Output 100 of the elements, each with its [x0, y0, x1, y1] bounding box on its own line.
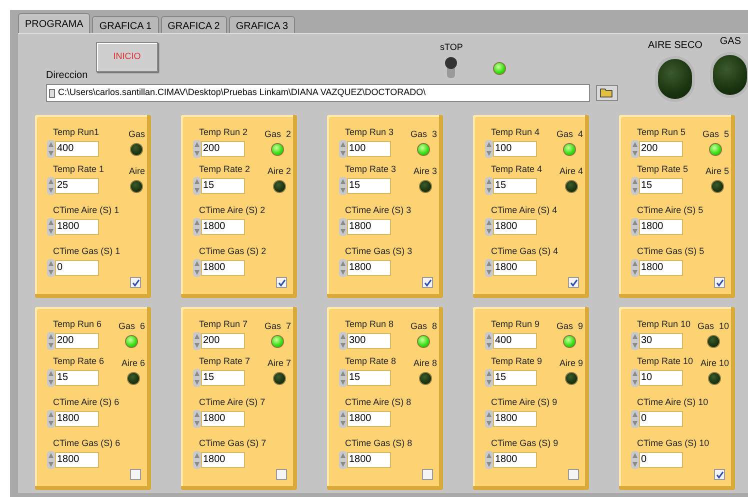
field-label: Temp Rate 10	[637, 356, 694, 367]
checkbox[interactable]	[276, 277, 287, 288]
number-field[interactable]: 1800	[201, 219, 245, 235]
number-field[interactable]: 1800	[201, 411, 245, 427]
spinner-arrows-icon[interactable]	[339, 259, 347, 277]
spinner-arrows-icon[interactable]	[485, 177, 493, 195]
spinner-arrows-icon[interactable]	[339, 218, 347, 236]
number-field[interactable]: 200	[201, 333, 245, 349]
number-field[interactable]: 1800	[493, 452, 537, 468]
spinner-arrows-icon[interactable]	[47, 140, 55, 158]
spinner-arrows-icon[interactable]	[339, 140, 347, 158]
checkbox[interactable]	[714, 277, 725, 288]
spinner-arrows-icon[interactable]	[485, 451, 493, 469]
spinner-arrows-icon[interactable]	[485, 218, 493, 236]
checkbox[interactable]	[568, 277, 579, 288]
number-field[interactable]: 15	[639, 178, 683, 194]
spinner-arrows-icon[interactable]	[47, 177, 55, 195]
number-field[interactable]: 1800	[639, 219, 683, 235]
checkbox[interactable]	[422, 469, 433, 480]
browse-folder-button[interactable]	[596, 85, 618, 101]
number-field[interactable]: 1800	[55, 219, 99, 235]
number-field[interactable]: 30	[639, 333, 683, 349]
spinner-arrows-icon[interactable]	[339, 369, 347, 387]
number-field[interactable]: 15	[201, 370, 245, 386]
tab[interactable]: GRAFICA 2	[160, 16, 227, 33]
checkbox[interactable]	[422, 277, 433, 288]
number-field[interactable]: 300	[347, 333, 391, 349]
toggle-switch[interactable]	[443, 56, 460, 80]
number-field[interactable]: 1800	[493, 411, 537, 427]
spinner-arrows-icon[interactable]	[47, 369, 55, 387]
number-field[interactable]: 15	[347, 370, 391, 386]
spinner-arrows-icon[interactable]	[485, 410, 493, 428]
number-field[interactable]: 100	[347, 141, 391, 157]
checkbox[interactable]	[130, 277, 141, 288]
spinner-arrows-icon[interactable]	[47, 451, 55, 469]
number-field[interactable]: 1800	[201, 452, 245, 468]
spinner-arrows-icon[interactable]	[631, 410, 639, 428]
spinner-arrows-icon[interactable]	[485, 369, 493, 387]
spinner-arrows-icon[interactable]	[193, 140, 201, 158]
spinner-arrows-icon[interactable]	[193, 218, 201, 236]
number-field[interactable]: 0	[639, 411, 683, 427]
spinner-arrows-icon[interactable]	[193, 177, 201, 195]
number-field[interactable]: 10	[639, 370, 683, 386]
spinner-arrows-icon[interactable]	[47, 259, 55, 277]
spinner-arrows-icon[interactable]	[631, 177, 639, 195]
number-field[interactable]: 400	[493, 333, 537, 349]
number-field[interactable]: 1800	[493, 219, 537, 235]
number-field[interactable]: 200	[55, 333, 99, 349]
spinner-arrows-icon[interactable]	[339, 451, 347, 469]
folder-icon	[600, 88, 614, 98]
spinner-arrows-icon[interactable]	[47, 218, 55, 236]
spinner-arrows-icon[interactable]	[193, 410, 201, 428]
spinner-arrows-icon[interactable]	[193, 451, 201, 469]
checkbox[interactable]	[276, 469, 287, 480]
spinner-arrows-icon[interactable]	[631, 259, 639, 277]
number-field[interactable]: 1800	[55, 411, 99, 427]
number-field[interactable]: 1800	[347, 452, 391, 468]
tab[interactable]: GRAFICA 1	[92, 16, 159, 33]
spinner-arrows-icon[interactable]	[339, 332, 347, 350]
spinner-arrows-icon[interactable]	[631, 218, 639, 236]
checkbox[interactable]	[130, 469, 141, 480]
path-field[interactable]: C:\Users\carlos.santillan.CIMAV\Desktop\Pruebas Linkam\DIANA VAZQUEZ\DOCTORADO\	[46, 84, 590, 102]
number-field[interactable]: 1800	[347, 411, 391, 427]
number-field[interactable]: 1800	[493, 260, 537, 276]
number-field[interactable]: 0	[55, 260, 99, 276]
spinner-arrows-icon[interactable]	[485, 259, 493, 277]
number-field[interactable]: 200	[639, 141, 683, 157]
number-field[interactable]: 15	[493, 178, 537, 194]
spinner-arrows-icon[interactable]	[485, 332, 493, 350]
number-field[interactable]: 400	[55, 141, 99, 157]
spinner-arrows-icon[interactable]	[631, 332, 639, 350]
spinner-arrows-icon[interactable]	[485, 140, 493, 158]
checkbox[interactable]	[714, 469, 725, 480]
spinner-arrows-icon[interactable]	[47, 410, 55, 428]
number-field[interactable]: 1800	[347, 219, 391, 235]
field-label: Temp Run 9	[491, 319, 540, 330]
spinner-arrows-icon[interactable]	[193, 369, 201, 387]
spinner-arrows-icon[interactable]	[47, 332, 55, 350]
number-field[interactable]: 15	[201, 178, 245, 194]
spinner-arrows-icon[interactable]	[339, 177, 347, 195]
spinner-arrows-icon[interactable]	[631, 451, 639, 469]
number-field[interactable]: 15	[347, 178, 391, 194]
number-field[interactable]: 1800	[55, 452, 99, 468]
number-field[interactable]: 15	[493, 370, 537, 386]
spinner-arrows-icon[interactable]	[631, 369, 639, 387]
tab[interactable]: GRAFICA 3	[228, 16, 296, 33]
tab[interactable]: PROGRAMA	[18, 13, 90, 33]
number-field[interactable]: 100	[493, 141, 537, 157]
number-field[interactable]: 200	[201, 141, 245, 157]
number-field[interactable]: 25	[55, 178, 99, 194]
number-field[interactable]: 15	[55, 370, 99, 386]
number-field[interactable]: 0	[639, 452, 683, 468]
spinner-arrows-icon[interactable]	[193, 332, 201, 350]
spinner-arrows-icon[interactable]	[631, 140, 639, 158]
spinner-arrows-icon[interactable]	[339, 410, 347, 428]
number-field[interactable]: 1800	[347, 260, 391, 276]
number-field[interactable]: 1800	[201, 260, 245, 276]
spinner-arrows-icon[interactable]	[193, 259, 201, 277]
number-field[interactable]: 1800	[639, 260, 683, 276]
checkbox[interactable]	[568, 469, 579, 480]
